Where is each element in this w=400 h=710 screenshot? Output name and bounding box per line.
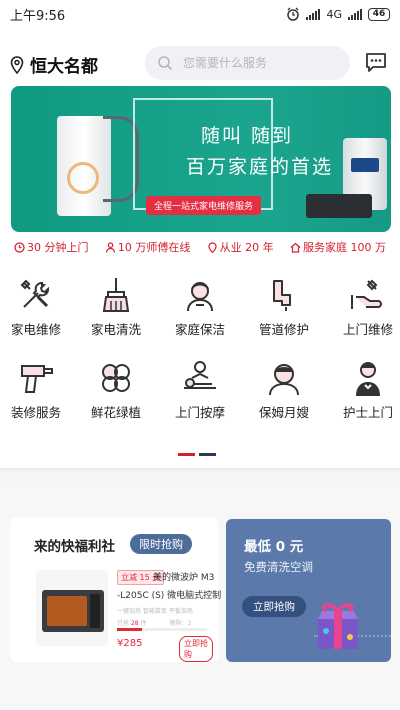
promo-subtitle: 免费清洗空调 (244, 560, 313, 574)
product-subtitle: 一键加热 智能菜单 平板加热 (117, 608, 193, 615)
service-massage[interactable]: 上门按摩 (160, 358, 240, 421)
feature-item: 10 万师傅在线 (105, 239, 190, 255)
microwave-oven-image (36, 570, 108, 646)
buy-now-button[interactable]: 立即抢购 (179, 636, 213, 662)
drill-icon (21, 365, 53, 393)
battery-icon: 46 (368, 7, 390, 21)
sold-progress-bar (117, 628, 207, 631)
promo-buy-button[interactable]: 立即抢购 (242, 596, 306, 617)
service-nurse[interactable]: 护士上门 (328, 358, 400, 421)
banner-headline: 随叫 随到 (201, 125, 294, 147)
alarm-icon (287, 7, 300, 21)
tools-icon (20, 279, 49, 308)
service-renovation[interactable]: 装修服务 (0, 358, 76, 421)
banner-subheadline: 百万家庭的首选 (186, 156, 334, 178)
flash-sale-tag[interactable]: 限时抢购 (130, 534, 192, 554)
welfare-title: 来的快福利社 (34, 539, 115, 555)
promo-banner[interactable]: 随叫 随到 百万家庭的首选 全程一站式家电维修服务 (11, 86, 391, 232)
status-bar: 上午9:56 4G 46 (0, 0, 400, 28)
network-label: 4G (326, 7, 342, 21)
nurse-icon (356, 362, 380, 396)
search-input[interactable] (183, 56, 333, 70)
location-selector[interactable]: 恒大名都 (10, 52, 98, 77)
massage-icon (184, 361, 216, 389)
promo-card[interactable]: 最低 0 元 免费清洗空调 立即抢购 (226, 519, 391, 662)
location-label: 恒大名都 (30, 57, 98, 77)
search-icon (158, 56, 173, 71)
maid-icon (187, 282, 213, 312)
house-icon (290, 242, 301, 253)
nanny-icon (269, 364, 299, 396)
product-name-line2: -L205C (S) 微电脑式控制 (117, 591, 222, 601)
pipe-icon (273, 280, 291, 311)
gift-box-icon (318, 603, 358, 649)
top-header: 恒大名都 (0, 42, 400, 86)
chat-bubble-icon (366, 53, 386, 72)
signal-icon (348, 8, 362, 20)
sold-count: 已抢 28 件 限购：3 (117, 620, 192, 627)
clock-icon (14, 241, 25, 253)
product-price: ¥285 (117, 638, 143, 649)
service-nanny[interactable]: 保姆月嫂 (244, 358, 324, 421)
service-home-appliance-repair[interactable]: 家电维修 (0, 275, 76, 338)
service-house-cleaning[interactable]: 家庭保洁 (160, 275, 240, 338)
feature-item: 服务家庭 100 万 (290, 239, 386, 255)
service-flowers-plants[interactable]: 鲜花绿植 (76, 358, 156, 421)
broom-icon (102, 278, 130, 312)
page-dot-active (178, 453, 195, 456)
page-indicator (178, 453, 216, 456)
banner-tag: 全程一站式家电维修服务 (146, 196, 262, 215)
product-name: 美的微波炉 M3 (153, 573, 215, 583)
product-item[interactable]: 立减 15 元 美的微波炉 M3 -L205C (S) 微电脑式控制 一键加热 … (33, 564, 221, 662)
promo-title: 最低 0 元 (244, 539, 304, 555)
location-icon (208, 241, 217, 253)
location-pin-icon (10, 55, 24, 74)
search-bar[interactable] (145, 46, 350, 80)
feature-strip: 30 分钟上门 10 万师傅在线 从业 20 年 服务家庭 100 万 (14, 239, 386, 255)
worker-icon (105, 241, 115, 253)
signal-icon (306, 8, 321, 20)
feature-item: 从业 20 年 (207, 239, 274, 255)
welfare-card[interactable]: 来的快福利社 限时抢购 立减 15 元 美的微波炉 M3 -L205C (S) … (10, 517, 221, 662)
range-hood-image (306, 194, 372, 218)
service-pipe-repair[interactable]: 管道修护 (244, 275, 324, 338)
status-icons: 4G 46 (286, 7, 390, 21)
page-dot (199, 453, 216, 456)
feature-item: 30 分钟上门 (14, 239, 89, 255)
status-time: 上午9:56 (10, 8, 66, 24)
service-appliance-cleaning[interactable]: 家电清洗 (76, 275, 156, 338)
repair-hand-icon (351, 279, 382, 309)
message-button[interactable] (364, 50, 388, 78)
clover-icon (102, 364, 130, 392)
service-onsite-repair[interactable]: 上门维修 (328, 275, 400, 338)
